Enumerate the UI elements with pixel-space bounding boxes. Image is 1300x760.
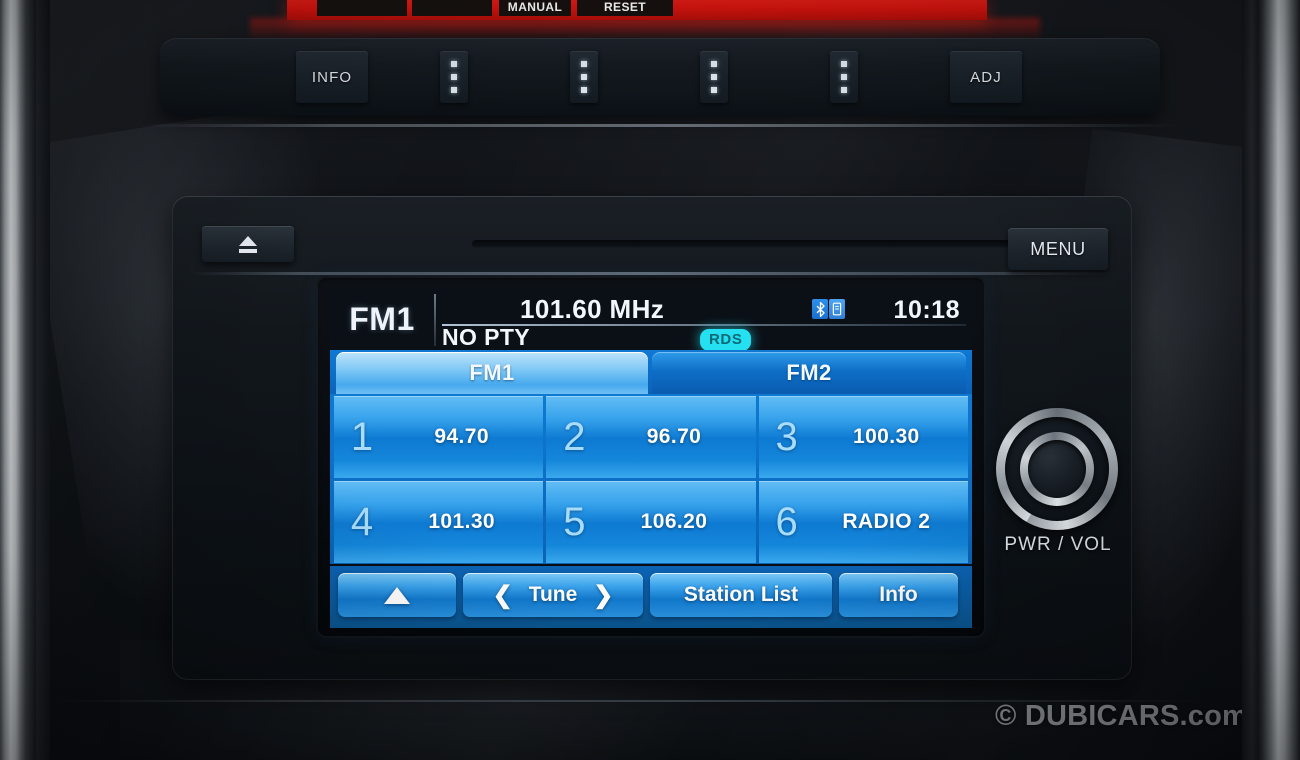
knob-label: PWR / VOL <box>1004 534 1112 555</box>
preset-number: 2 <box>563 415 586 459</box>
right-trim-inner <box>1242 0 1258 760</box>
band-indicator: FM1 <box>349 300 415 337</box>
preset-cell-5[interactable]: 5 106.20 <box>546 481 756 563</box>
tab-fm1-label: FM1 <box>469 360 515 385</box>
tune-button[interactable]: ❮ Tune ❯ <box>463 573 643 617</box>
three-dots-icon <box>451 61 457 93</box>
clock-display: 10:18 <box>893 296 960 324</box>
phone-glyph <box>832 302 842 316</box>
hard-button-bar: INFO ADJ <box>160 38 1160 116</box>
preset-cell-4[interactable]: 4 101.30 <box>334 481 544 563</box>
adj-button-label: ADJ <box>970 68 1002 86</box>
instrument-segment-manual: MANUAL <box>499 0 571 16</box>
adj-button[interactable]: ADJ <box>950 51 1022 103</box>
preset-value: 100.30 <box>853 425 920 448</box>
preset-button-1[interactable] <box>440 51 468 103</box>
preset-number: 4 <box>350 500 374 544</box>
menu-button[interactable]: MENU <box>1008 228 1108 270</box>
station-list-label: Station List <box>683 583 799 606</box>
info-button-label: INFO <box>311 68 353 86</box>
status-header: FM1 101.60 MHz 10:18 NO PTY RDS <box>330 288 972 351</box>
three-dots-icon <box>841 61 847 93</box>
car-infotainment-screenshot: MANUAL RESET INFO ADJ MENU FM1 101.60 MH… <box>0 0 1300 760</box>
panel-seam <box>140 124 1180 127</box>
right-chrome-trim <box>1258 0 1300 760</box>
chevron-left-icon: ❮ <box>492 581 513 609</box>
three-dots-icon <box>581 61 587 93</box>
preset-row: 1 94.70 2 96.70 3 100.30 <box>334 396 968 478</box>
station-list-button[interactable]: Station List <box>650 573 832 617</box>
preset-number: 1 <box>350 415 374 459</box>
preset-cell-6[interactable]: 6 RADIO 2 <box>758 481 968 563</box>
eject-button[interactable] <box>202 226 294 262</box>
head-unit-seam <box>192 272 1112 275</box>
lcd-screen: FM1 101.60 MHz 10:18 NO PTY RDS FM1 FM2 … <box>330 288 972 628</box>
tab-fm2-label: FM2 <box>786 360 832 385</box>
cd-slot <box>472 240 1032 248</box>
preset-cell-3[interactable]: 3 100.30 <box>758 396 968 478</box>
instrument-segment-reset: RESET <box>577 0 673 16</box>
menu-button-label: MENU <box>1030 238 1086 259</box>
left-chrome-trim <box>0 0 36 760</box>
rds-badge: RDS <box>700 329 752 351</box>
preset-button-4[interactable] <box>830 51 858 103</box>
scroll-up-button[interactable] <box>338 573 456 617</box>
tab-fm2[interactable]: FM2 <box>652 352 966 394</box>
three-dots-icon <box>711 61 717 93</box>
preset-value: 106.20 <box>640 510 708 533</box>
info-softkey-label: Info <box>879 583 918 606</box>
preset-button-3[interactable] <box>700 51 728 103</box>
preset-value: 101.30 <box>428 510 495 533</box>
tune-button-label: Tune <box>528 583 578 606</box>
preset-number: 3 <box>775 415 798 459</box>
watermark: © DUBICARS.com <box>995 700 1248 732</box>
info-button[interactable]: INFO <box>296 51 368 103</box>
preset-value: 94.70 <box>434 425 489 448</box>
soft-key-row: ❮ Tune ❯ Station List Info <box>330 566 972 628</box>
bluetooth-glyph <box>816 301 825 317</box>
knob-cap <box>1028 440 1086 498</box>
preset-number: 6 <box>775 500 798 544</box>
power-volume-knob[interactable]: PWR / VOL <box>988 408 1128 558</box>
preset-grid: 1 94.70 2 96.70 3 100.30 4 101.30 5 106.… <box>330 394 972 564</box>
instrument-segment <box>412 0 492 16</box>
chevron-right-icon: ❯ <box>593 581 614 609</box>
header-divider <box>434 294 436 346</box>
instrument-cluster-strip: MANUAL RESET <box>287 0 987 20</box>
band-tab-bar: FM1 FM2 <box>330 350 972 394</box>
preset-number: 5 <box>563 500 586 544</box>
preset-value: 96.70 <box>646 425 702 448</box>
tab-fm1[interactable]: FM1 <box>336 352 648 394</box>
bluetooth-icon <box>812 298 846 320</box>
left-trim-inner <box>36 0 50 760</box>
eject-icon <box>239 235 257 253</box>
preset-cell-2[interactable]: 2 96.70 <box>546 396 756 478</box>
preset-row: 4 101.30 5 106.20 6 RADIO 2 <box>334 481 968 563</box>
triangle-up-icon <box>384 586 410 604</box>
info-softkey-button[interactable]: Info <box>839 573 958 617</box>
program-type-label: NO PTY <box>442 324 531 350</box>
preset-cell-1[interactable]: 1 94.70 <box>334 396 544 478</box>
instrument-segment <box>317 0 407 16</box>
preset-button-2[interactable] <box>570 51 598 103</box>
preset-value: RADIO 2 <box>842 510 931 533</box>
frequency-display: 101.60 MHz <box>520 294 665 324</box>
